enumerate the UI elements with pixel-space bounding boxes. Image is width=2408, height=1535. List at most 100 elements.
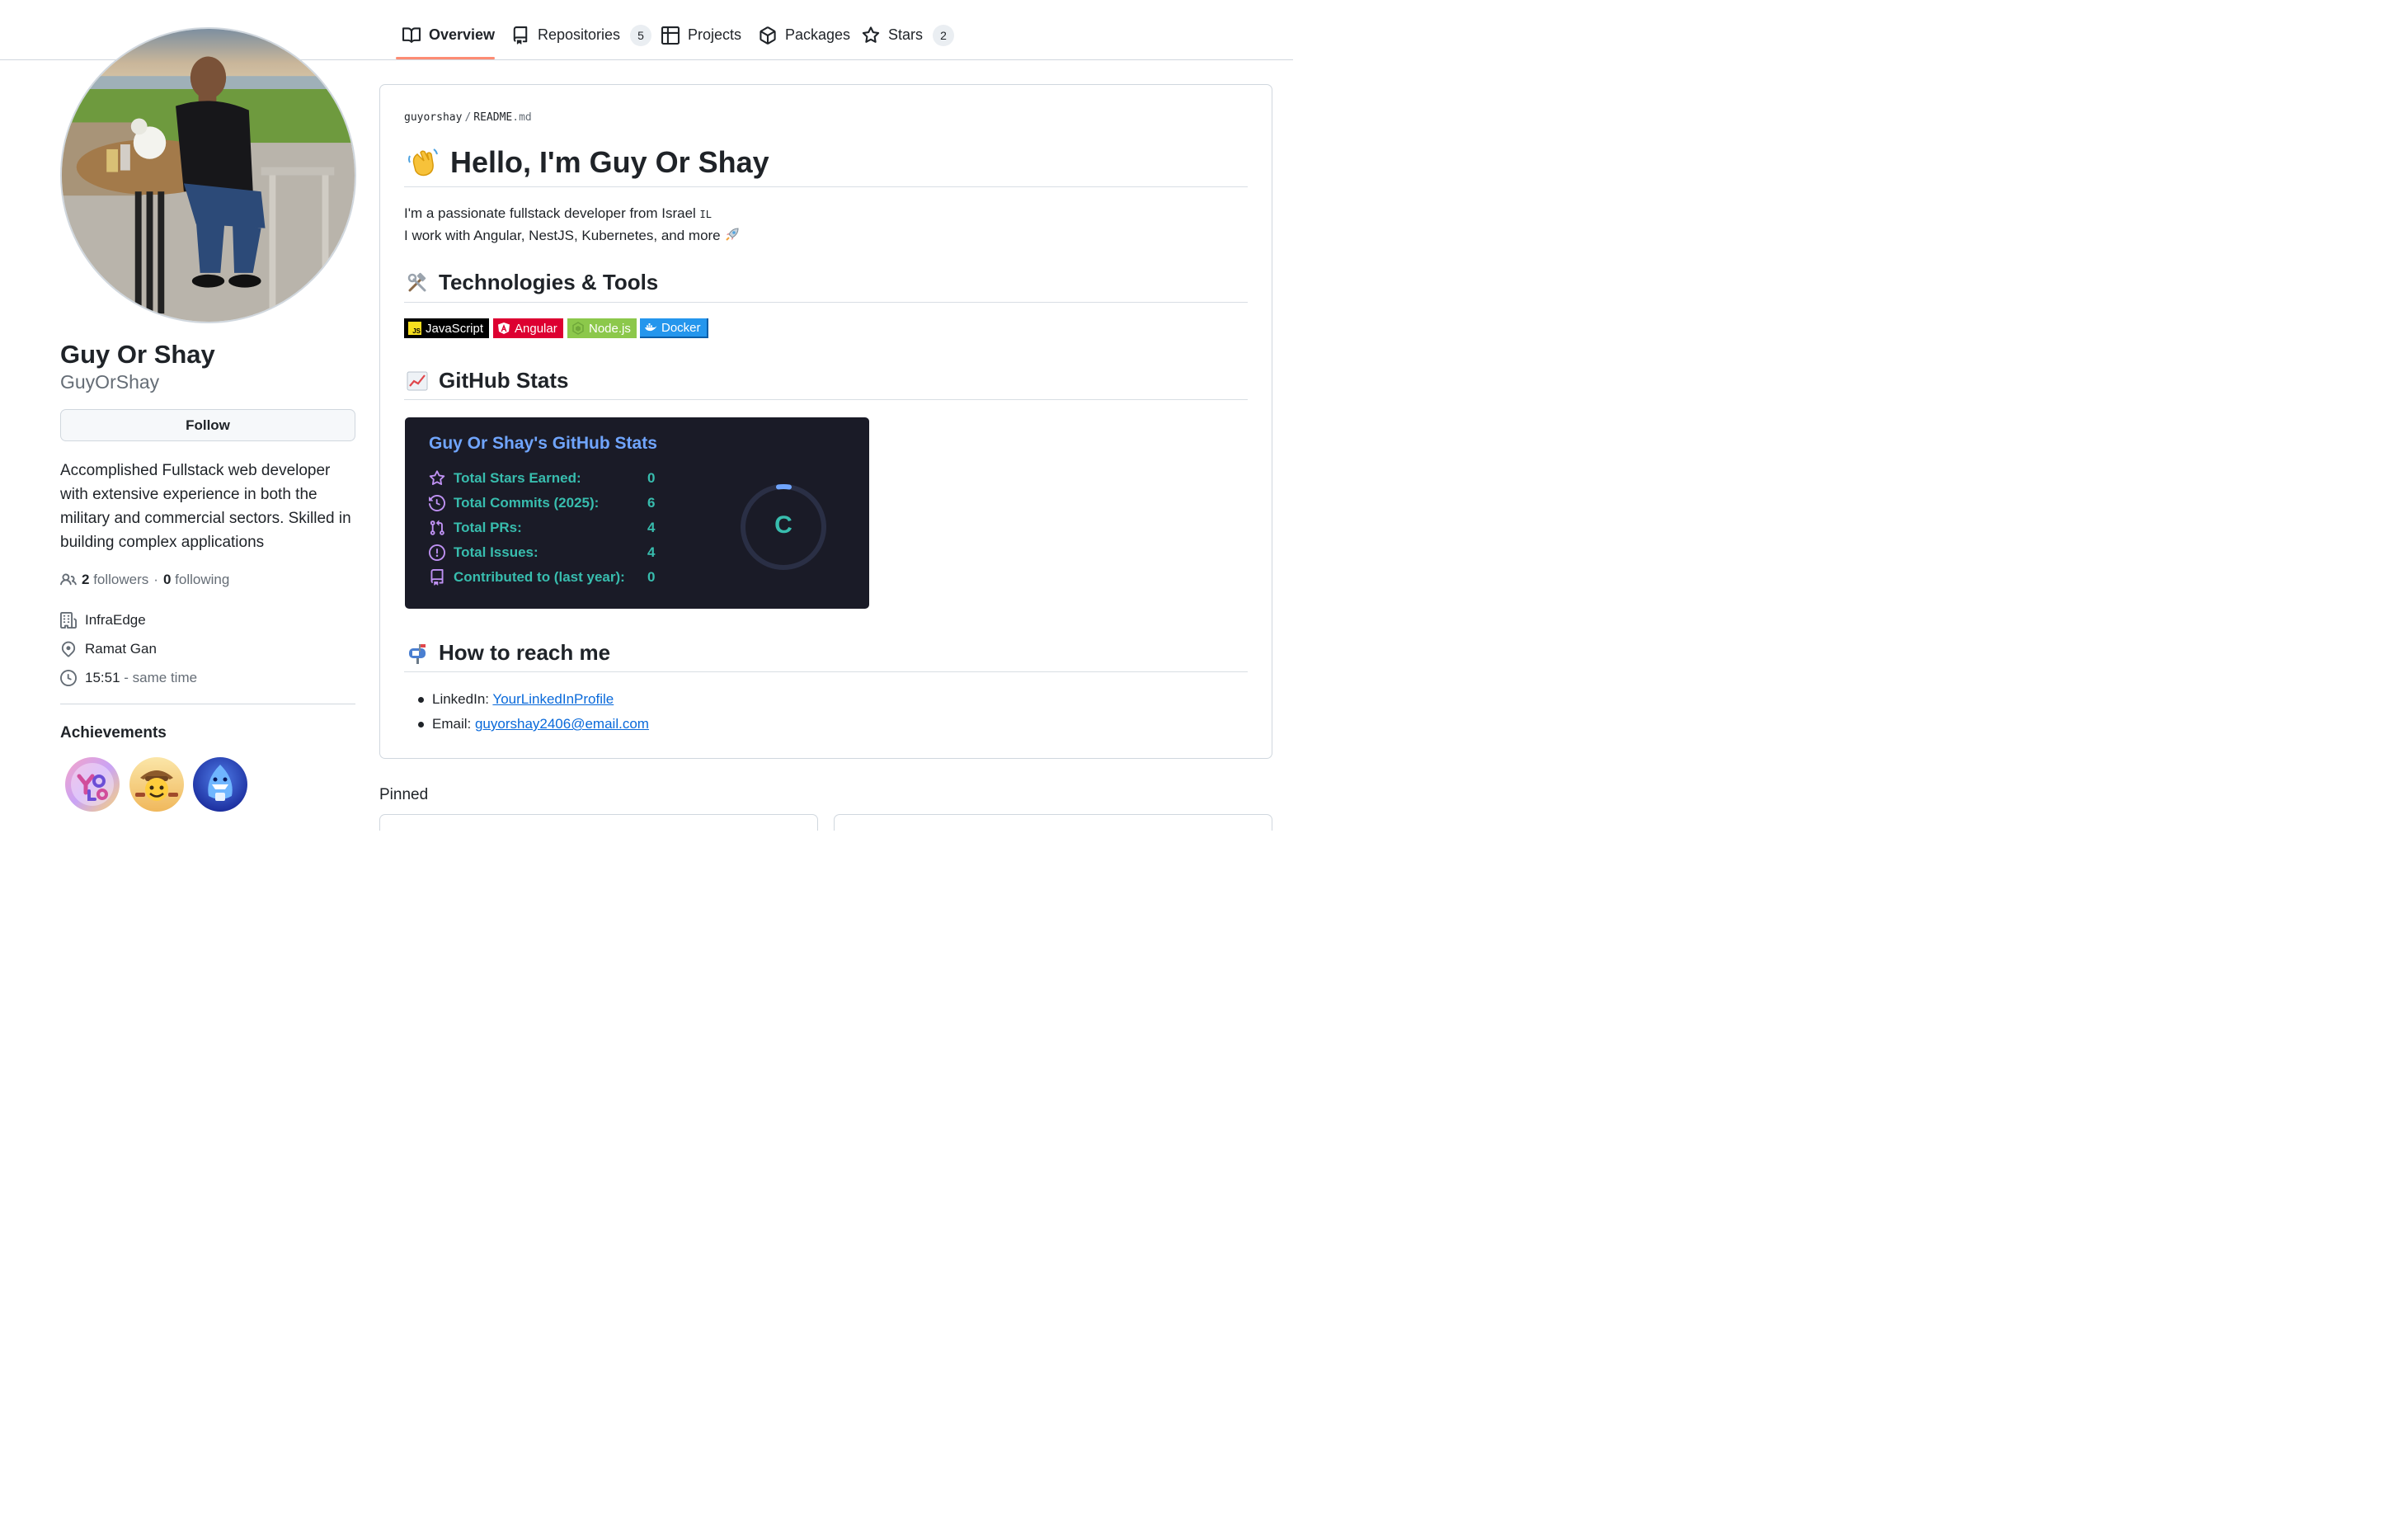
docker-badge[interactable]: Docker bbox=[640, 318, 708, 338]
readme-file-ext: .md bbox=[512, 111, 532, 124]
list-bullet bbox=[418, 722, 424, 727]
contact-linkedin: LinkedIn: YourLinkedInProfile bbox=[432, 691, 614, 708]
badge-label: Docker bbox=[661, 320, 701, 335]
rank-letter: C bbox=[774, 511, 792, 539]
star-icon bbox=[862, 26, 880, 43]
rocket-icon bbox=[726, 228, 739, 241]
intro-line-2-text: I work with Angular, NestJS, Kubernetes,… bbox=[404, 228, 721, 243]
stat-label: Total Commits (2025): bbox=[454, 495, 600, 511]
list-bullet bbox=[418, 697, 424, 703]
reach-heading-text: How to reach me bbox=[439, 640, 611, 665]
tab-overview[interactable]: Overview bbox=[402, 16, 495, 58]
table-icon bbox=[661, 26, 680, 45]
company-name: InfraEdge bbox=[85, 612, 146, 628]
book-icon bbox=[402, 27, 421, 43]
following-count: 0 bbox=[162, 572, 172, 587]
waving-hand-icon bbox=[408, 148, 438, 177]
chart-increasing-icon bbox=[407, 371, 428, 390]
location-name: Ramat Gan bbox=[85, 641, 157, 657]
pinned-heading: Pinned bbox=[379, 786, 429, 803]
achievement-quickdraw-badge[interactable] bbox=[129, 756, 185, 812]
docker-logo-icon bbox=[645, 323, 657, 332]
people-icon bbox=[60, 573, 77, 586]
stat-value-issues: 4 bbox=[647, 544, 656, 560]
repo-icon bbox=[430, 569, 444, 586]
stat-value-commits: 6 bbox=[647, 495, 656, 511]
avatar-photo bbox=[62, 29, 355, 322]
location-icon bbox=[61, 641, 76, 657]
hammer-wrench-icon bbox=[407, 272, 426, 291]
badge-label: Angular bbox=[515, 321, 557, 336]
local-time: 15:51 bbox=[85, 670, 120, 685]
tab-repositories[interactable]: Repositories 5 bbox=[511, 16, 652, 58]
intro-line-1-text: I'm a passionate fullstack developer fro… bbox=[404, 205, 696, 221]
tab-projects-label: Projects bbox=[688, 26, 742, 43]
pinned-repo-card[interactable] bbox=[379, 814, 818, 831]
tech-heading-text: Technologies & Tools bbox=[439, 270, 659, 294]
tab-overview-label: Overview bbox=[429, 26, 496, 43]
profile-location: Ramat Gan bbox=[60, 639, 157, 659]
followers-count: 2 bbox=[82, 572, 90, 587]
avatar[interactable] bbox=[60, 27, 356, 323]
tab-packages[interactable]: Packages bbox=[759, 16, 850, 58]
readme-owner-link[interactable]: guyorshay bbox=[404, 111, 462, 124]
stat-row-stars: Total Stars Earned: bbox=[429, 469, 581, 488]
stat-row-issues: Total Issues: bbox=[429, 543, 539, 563]
intro-line-2: I work with Angular, NestJS, Kubernetes,… bbox=[404, 226, 741, 244]
javascript-badge[interactable]: JS JavaScript bbox=[404, 318, 490, 338]
profile-bio: Accomplished Fullstack web developer wit… bbox=[60, 462, 351, 551]
readme-file-link[interactable]: README.md bbox=[473, 111, 531, 124]
readme-heading-text: Hello, I'm Guy Or Shay bbox=[450, 145, 769, 179]
followers-link[interactable]: 2 followers bbox=[82, 572, 148, 588]
repositories-count-badge: 5 bbox=[630, 25, 652, 46]
heading-rule bbox=[404, 186, 1248, 187]
achievements-heading[interactable]: Achievements bbox=[60, 724, 167, 742]
mailbox-icon bbox=[409, 643, 426, 664]
organization-icon bbox=[60, 612, 77, 629]
achievement-pull-shark-badge[interactable] bbox=[192, 756, 248, 812]
tech-heading-rule bbox=[404, 302, 1248, 303]
email-link[interactable]: guyorshay2406@email.com bbox=[475, 716, 649, 732]
package-icon bbox=[760, 26, 776, 45]
tab-stars-label: Stars bbox=[888, 26, 924, 43]
stat-label: Contributed to (last year): bbox=[454, 569, 625, 585]
tab-stars[interactable]: Stars 2 bbox=[862, 16, 955, 58]
stat-label: Total PRs: bbox=[454, 520, 522, 535]
readme-heading: Hello, I'm Guy Or Shay bbox=[406, 145, 769, 180]
repo-icon bbox=[513, 26, 528, 45]
breadcrumb-separator: / bbox=[464, 111, 472, 124]
dot-separator: · bbox=[153, 572, 158, 587]
reach-heading-rule bbox=[404, 671, 1248, 672]
reach-heading: How to reach me bbox=[406, 640, 610, 666]
stars-count-badge: 2 bbox=[933, 25, 955, 46]
stat-value-contributed: 0 bbox=[647, 569, 656, 585]
profile-company: InfraEdge bbox=[60, 610, 146, 630]
nodejs-badge[interactable]: Node.js bbox=[567, 318, 637, 338]
following-link[interactable]: 0 following bbox=[163, 572, 229, 588]
stats-heading-text: GitHub Stats bbox=[439, 368, 569, 393]
contact-label: LinkedIn: bbox=[432, 691, 489, 707]
angular-badge[interactable]: Angular bbox=[493, 318, 563, 338]
followers-label: followers bbox=[93, 572, 149, 587]
javascript-logo-icon: JS bbox=[408, 322, 421, 335]
tab-repositories-label: Repositories bbox=[538, 26, 621, 43]
achievement-yolo-badge[interactable] bbox=[64, 756, 120, 812]
tab-packages-label: Packages bbox=[785, 26, 851, 43]
nodejs-logo-icon bbox=[572, 322, 584, 335]
profile-fullname: Guy Or Shay bbox=[60, 340, 215, 369]
stat-value-stars: 0 bbox=[647, 470, 656, 486]
pinned-repo-card[interactable] bbox=[834, 814, 1272, 831]
linkedin-link[interactable]: YourLinkedInProfile bbox=[492, 691, 614, 707]
readme-file-name: README bbox=[473, 111, 513, 124]
follow-button[interactable]: Follow bbox=[60, 409, 355, 441]
tab-projects[interactable]: Projects bbox=[661, 16, 741, 58]
stat-row-contributed: Contributed to (last year): bbox=[429, 567, 625, 587]
badge-label: JavaScript bbox=[426, 321, 484, 336]
following-label: following bbox=[175, 572, 230, 587]
contact-label: Email: bbox=[432, 716, 472, 732]
stat-label: Total Stars Earned: bbox=[454, 470, 581, 486]
contact-email: Email: guyorshay2406@email.com bbox=[432, 716, 649, 732]
stat-value-prs: 4 bbox=[647, 520, 656, 535]
time-note: - same time bbox=[124, 670, 198, 685]
javascript-logo-text: JS bbox=[412, 327, 421, 335]
